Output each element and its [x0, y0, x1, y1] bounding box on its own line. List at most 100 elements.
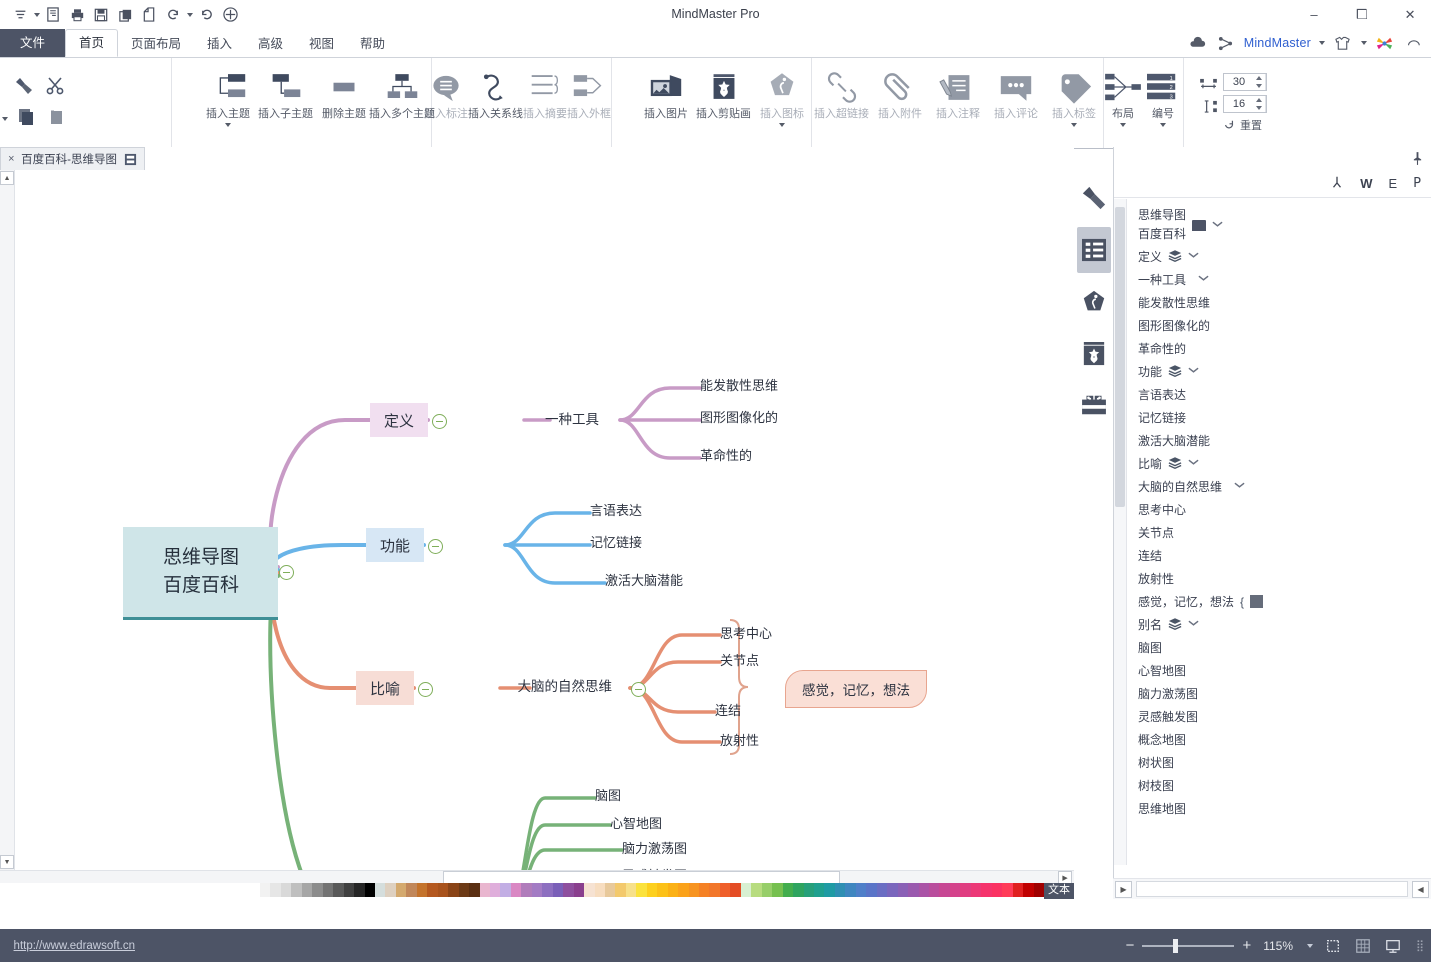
chevron-down-icon[interactable]: [1071, 123, 1077, 127]
mindmap-leaf[interactable]: 记忆链接: [590, 532, 682, 551]
color-swatch[interactable]: [855, 883, 867, 897]
color-swatch[interactable]: [960, 883, 971, 897]
outline-row[interactable]: 大脑的自然思维: [1126, 475, 1431, 498]
color-swatch[interactable]: [604, 883, 616, 897]
color-swatch[interactable]: [249, 883, 261, 897]
outline-vertical-scrollbar[interactable]: [1114, 199, 1127, 865]
outline-row[interactable]: 放射性: [1126, 567, 1431, 590]
color-swatch[interactable]: [385, 883, 396, 897]
outline-row[interactable]: 思维地图: [1126, 797, 1431, 820]
color-palette[interactable]: 文本: [0, 883, 1074, 899]
insert-boundary-button[interactable]: 插入外框: [567, 58, 611, 144]
color-swatch[interactable]: [312, 883, 323, 897]
color-swatch[interactable]: [939, 883, 950, 897]
side-tool-outline[interactable]: [1077, 227, 1111, 273]
chevron-down-icon[interactable]: [1234, 481, 1245, 492]
color-swatch[interactable]: [573, 883, 585, 897]
close-button[interactable]: ✕: [1397, 4, 1423, 26]
tab-page-layout[interactable]: 页面布局: [118, 31, 194, 57]
color-swatch[interactable]: [542, 883, 553, 897]
color-swatch[interactable]: [322, 883, 334, 897]
mindmap-branch-metaphor[interactable]: 比喻: [355, 671, 414, 705]
close-icon[interactable]: ×: [8, 153, 14, 165]
outline-row[interactable]: 言语表达: [1126, 383, 1431, 406]
color-swatch[interactable]: [531, 883, 543, 897]
color-swatch[interactable]: [699, 883, 710, 897]
new-document-icon[interactable]: [139, 4, 160, 25]
zoom-slider-track[interactable]: [1142, 938, 1235, 953]
share-icon[interactable]: [1216, 33, 1236, 53]
outdent-button[interactable]: ꟼ: [1413, 175, 1421, 191]
color-swatch[interactable]: [970, 883, 982, 897]
spinner-arrows[interactable]: [1254, 96, 1266, 112]
print-preview-icon[interactable]: [43, 4, 64, 25]
vertical-spacing-stepper[interactable]: 16: [1223, 95, 1267, 113]
tab-file[interactable]: 文件: [0, 29, 66, 57]
scroll-down-button[interactable]: ▼: [0, 855, 14, 869]
color-swatch[interactable]: [824, 883, 835, 897]
save-icon[interactable]: [91, 4, 112, 25]
redo-icon[interactable]: [196, 4, 217, 25]
scroll-right-button[interactable]: ▶: [1412, 880, 1429, 898]
theme-shirt-icon[interactable]: [1333, 33, 1353, 53]
color-swatch[interactable]: [730, 883, 741, 897]
insert-relationship-button[interactable]: 插入关系线: [468, 58, 523, 144]
color-swatch[interactable]: [584, 883, 595, 897]
branch-collapse-toggle-definition[interactable]: [432, 414, 447, 429]
color-swatch[interactable]: [1002, 883, 1013, 897]
chevron-down-icon[interactable]: [1188, 366, 1199, 377]
color-swatch[interactable]: [929, 883, 940, 897]
tab-insert[interactable]: 插入: [194, 31, 245, 57]
branch-collapse-toggle-metaphor[interactable]: [418, 682, 433, 697]
maximize-button[interactable]: ❐: [1349, 4, 1375, 26]
color-swatch[interactable]: [395, 883, 407, 897]
view-mode-caret[interactable]: [1307, 943, 1313, 948]
color-swatch[interactable]: [688, 883, 700, 897]
account-icon[interactable]: [220, 4, 241, 25]
layout-button[interactable]: 布局: [1103, 58, 1143, 144]
print-icon[interactable]: [67, 4, 88, 25]
outline-row[interactable]: 思维导图 百度百科: [1126, 205, 1431, 245]
fit-width-icon[interactable]: [1353, 936, 1373, 956]
fit-page-icon[interactable]: [1383, 936, 1403, 956]
color-swatch[interactable]: [949, 883, 961, 897]
color-swatch[interactable]: [500, 883, 511, 897]
cloud-icon[interactable]: [1188, 33, 1208, 53]
scrollbar-track[interactable]: [1136, 881, 1408, 897]
mindmap-node-natural-thinking[interactable]: 大脑的自然思维: [500, 675, 630, 695]
color-swatch[interactable]: [636, 883, 647, 897]
color-swatch[interactable]: [709, 883, 720, 897]
chevron-down-icon[interactable]: [225, 123, 231, 127]
color-swatch[interactable]: [761, 883, 773, 897]
color-swatch[interactable]: [280, 883, 292, 897]
color-swatch[interactable]: [448, 883, 459, 897]
color-swatch[interactable]: [1023, 883, 1034, 897]
color-swatch[interactable]: [646, 883, 658, 897]
outline-row[interactable]: 思考中心: [1126, 498, 1431, 521]
color-swatch[interactable]: [751, 883, 762, 897]
mindmap-leaf[interactable]: 脑力激荡图: [622, 838, 715, 857]
mindmap-branch-definition[interactable]: 定义: [369, 403, 428, 437]
paste-icon[interactable]: [16, 107, 36, 130]
outline-row[interactable]: 图形图像化的: [1126, 314, 1431, 337]
tab-home[interactable]: 首页: [65, 29, 119, 57]
color-swatch[interactable]: [416, 883, 428, 897]
insert-multi-topic-button[interactable]: 插入多个主题: [369, 58, 435, 144]
color-swatch[interactable]: [667, 883, 679, 897]
indent-button[interactable]: Ǝ: [1388, 176, 1397, 191]
color-swatch[interactable]: [845, 883, 856, 897]
insert-clipart-button[interactable]: 插入剪贴画: [695, 58, 753, 144]
panel-pin-button[interactable]: [1114, 147, 1431, 169]
color-swatch[interactable]: [260, 883, 271, 897]
outline-row[interactable]: 定义: [1126, 245, 1431, 268]
side-tool-style-brush[interactable]: [1077, 175, 1111, 221]
insert-summary-button[interactable]: 插入摘要: [523, 58, 567, 144]
undo-dropdown-caret[interactable]: [187, 12, 193, 17]
color-swatch[interactable]: [427, 883, 438, 897]
color-swatch[interactable]: [897, 883, 909, 897]
color-swatch[interactable]: [834, 883, 846, 897]
outline-row[interactable]: 心智地图: [1126, 659, 1431, 682]
horizontal-spacing-icon[interactable]: [1200, 78, 1217, 91]
mindmap-root-node[interactable]: 思维导图 百度百科: [123, 527, 278, 620]
logo-dropdown-caret[interactable]: [1361, 41, 1367, 45]
